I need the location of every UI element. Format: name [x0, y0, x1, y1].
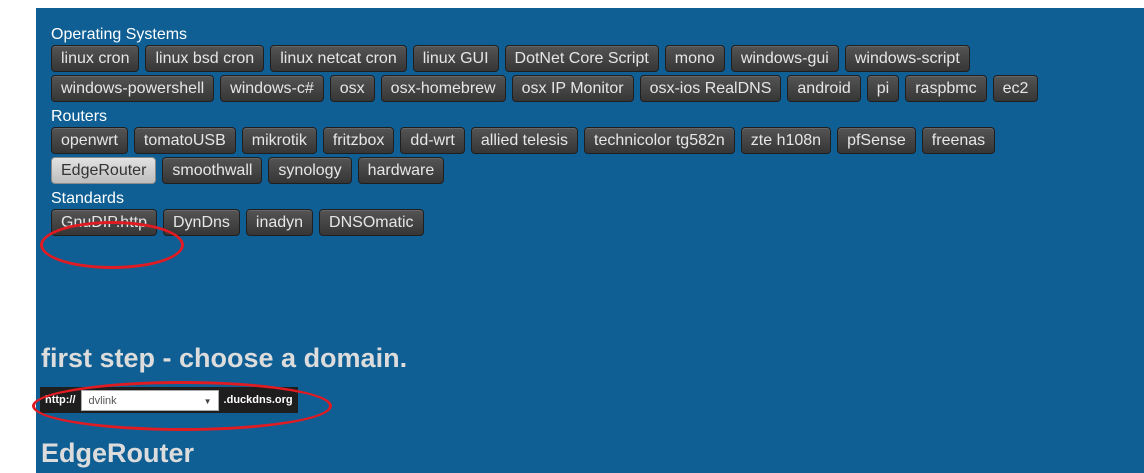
platform-button-mikrotik[interactable]: mikrotik: [241, 127, 317, 154]
platform-button-dnsomatic[interactable]: DNSOmatic: [319, 209, 424, 236]
button-row: GnuDIP.http DynDns inadyn DNSOmatic: [51, 209, 1111, 239]
platform-button-openwrt[interactable]: openwrt: [51, 127, 128, 154]
url-prefix: http://: [45, 394, 76, 406]
platform-button-tomatousb[interactable]: tomatoUSB: [133, 127, 236, 154]
platform-button-dyndns[interactable]: DynDns: [162, 209, 240, 236]
dropdown-arrow-icon: ▼: [203, 396, 212, 406]
platform-button-dotnet-core-script[interactable]: DotNet Core Script: [504, 45, 659, 72]
platform-button-gnudip-http[interactable]: GnuDIP.http: [51, 209, 157, 236]
platform-button-freenas[interactable]: freenas: [921, 127, 996, 154]
platform-button-ec2[interactable]: ec2: [992, 75, 1039, 102]
domain-select[interactable]: dvlink ▼: [80, 389, 219, 411]
section-title: Standards: [51, 190, 124, 207]
platform-button-osx-ip-monitor[interactable]: osx IP Monitor: [511, 75, 634, 102]
domain-selector-bar: http:// dvlink ▼ .duckdns.org: [40, 387, 298, 413]
platform-button-windows-powershell[interactable]: windows-powershell: [51, 75, 215, 102]
step-heading: first step - choose a domain.: [41, 343, 408, 373]
platform-button-synology[interactable]: synology: [268, 157, 352, 184]
platform-button-hardware[interactable]: hardware: [357, 157, 445, 184]
platform-button-dd-wrt[interactable]: dd-wrt: [400, 127, 465, 154]
platform-button-technicolor-tg582n[interactable]: technicolor tg582n: [584, 127, 735, 154]
section-routers: Routers openwrt tomatoUSB mikrotik fritzbox d…: [51, 107, 1144, 187]
platform-button-android[interactable]: android: [787, 75, 861, 102]
platform-button-raspbmc[interactable]: raspbmc: [905, 75, 987, 102]
platform-button-linux-gui[interactable]: linux GUI: [412, 45, 499, 72]
platform-button-osx-ios-realdns[interactable]: osx-ios RealDNS: [639, 75, 782, 102]
platform-button-fritzbox[interactable]: fritzbox: [322, 127, 395, 154]
platform-button-linux-cron[interactable]: linux cron: [51, 45, 140, 72]
section-title: Routers: [51, 108, 108, 125]
platform-button-windows-script[interactable]: windows-script: [844, 45, 970, 72]
platform-button-osx[interactable]: osx: [329, 75, 375, 102]
platform-sections: Operating Systems linux cron linux bsd cro…: [51, 25, 1144, 239]
install-panel: Operating Systems linux cron linux bsd cro…: [36, 8, 1144, 473]
platform-button-windows-c-[interactable]: windows-c#: [220, 75, 324, 102]
domain-select-value: dvlink: [88, 394, 117, 407]
platform-button-smoothwall[interactable]: smoothwall: [162, 157, 263, 184]
section-standards: Standards GnuDIP.http DynDns inadyn DNSOmati…: [51, 189, 1144, 239]
section-title: Operating Systems: [51, 26, 188, 43]
url-suffix: .duckdns.org: [223, 394, 293, 406]
platform-button-linux-bsd-cron[interactable]: linux bsd cron: [145, 45, 265, 72]
platform-button-edgerouter[interactable]: EdgeRouter: [51, 157, 157, 184]
platform-button-linux-netcat-cron[interactable]: linux netcat cron: [270, 45, 407, 72]
platform-button-windows-gui[interactable]: windows-gui: [730, 45, 839, 72]
platform-button-pfsense[interactable]: pfSense: [837, 127, 916, 154]
platform-button-zte-h108n[interactable]: zte h108n: [740, 127, 832, 154]
platform-button-pi[interactable]: pi: [866, 75, 900, 102]
platform-button-mono[interactable]: mono: [664, 45, 725, 72]
button-row: openwrt tomatoUSB mikrotik fritzbox dd-wrt al…: [51, 127, 1111, 187]
button-row: linux cron linux bsd cron linux netcat cro…: [51, 45, 1111, 105]
section-operating-systems: Operating Systems linux cron linux bsd cro…: [51, 25, 1144, 105]
platform-button-inadyn[interactable]: inadyn: [245, 209, 314, 236]
platform-button-osx-homebrew[interactable]: osx-homebrew: [380, 75, 506, 102]
result-heading: EdgeRouter: [41, 438, 195, 468]
platform-button-allied-telesis[interactable]: allied telesis: [470, 127, 579, 154]
